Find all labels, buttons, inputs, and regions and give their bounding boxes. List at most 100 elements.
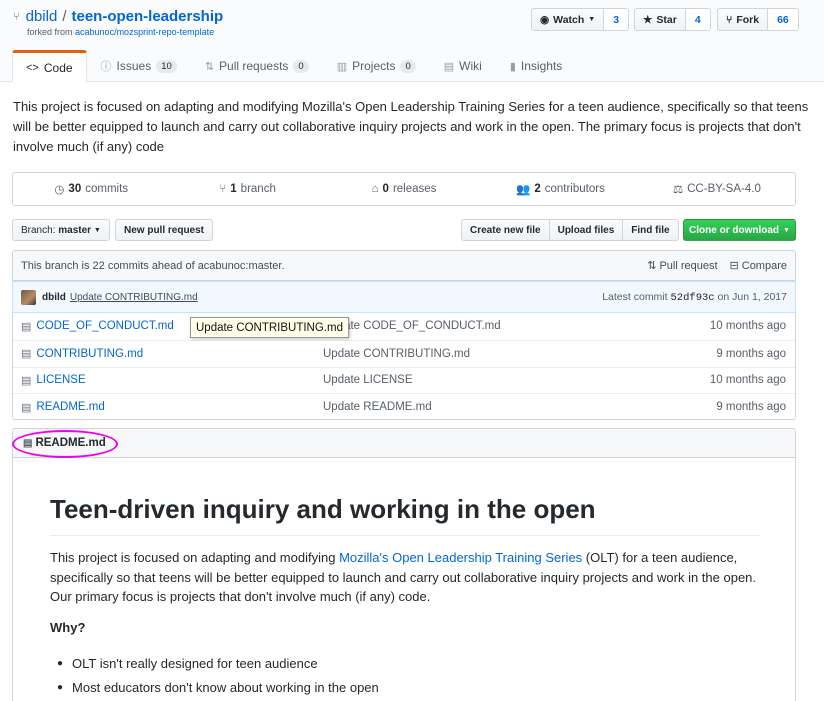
file-icon: ▤ <box>21 374 32 387</box>
repo-forked-icon: ⑂ <box>13 10 20 23</box>
tab-code[interactable]: <> Code <box>12 50 87 83</box>
pull-request-label: Pull request <box>659 259 718 272</box>
code-icon: <> <box>26 61 39 74</box>
upload-files-button[interactable]: Upload files <box>548 219 623 241</box>
file-age: 10 months ago <box>709 320 786 333</box>
branch-name: master <box>58 224 92 236</box>
pull-request-link[interactable]: ⇅ Pull request <box>647 259 718 273</box>
annotation-ellipse <box>12 430 118 458</box>
tab-projects[interactable]: ▥ Projects 0 <box>323 50 430 82</box>
star-count[interactable]: 4 <box>685 8 711 31</box>
file-name-link[interactable]: CODE_OF_CONDUCT.md <box>36 320 173 332</box>
readme-body: Teen-driven inquiry and working in the o… <box>12 458 796 701</box>
bullet-icon: ● <box>57 658 64 669</box>
license-label: CC-BY-SA-4.0 <box>687 183 761 195</box>
issue-icon: ⓘ <box>100 61 112 73</box>
table-row: ▤ LICENSE Update LICENSE 10 months ago <box>13 366 795 394</box>
clone-button[interactable]: Clone or download ▼ <box>683 219 796 241</box>
commit-author[interactable]: dbild <box>42 292 66 303</box>
create-file-button[interactable]: Create new file <box>461 219 549 241</box>
table-row: ▤ CONTRIBUTING.md Update CONTRIBUTING.md … <box>13 339 795 367</box>
file-icon: ▤ <box>21 320 32 333</box>
latest-commit-bar: dbild Update CONTRIBUTING.md Latest comm… <box>12 281 796 313</box>
repo-owner-link[interactable]: dbild <box>26 8 58 25</box>
diff-icon: ⊟ <box>729 260 739 272</box>
commits-count: 30 <box>68 183 82 195</box>
file-icon: ▤ <box>21 401 32 414</box>
latest-commit-info: Latest commit 52df93c on Jun 1, 2017 <box>602 291 787 304</box>
fork-icon: ⑂ <box>726 13 733 26</box>
repo-nav: <> Code ⓘ Issues 10 ⇅ Pull requests 0 ▥ … <box>12 50 576 83</box>
list-item: ● Most educators don't know about working… <box>57 676 757 700</box>
tab-wiki[interactable]: ▤ Wiki <box>430 50 496 82</box>
branch-label: branch <box>240 183 276 195</box>
list-item-text: Most educators don't know about working … <box>72 680 379 695</box>
compare-label: Compare <box>741 259 787 272</box>
file-icon: ▤ <box>21 348 32 361</box>
star-button[interactable]: ★ Star <box>634 8 686 31</box>
tab-label: Insights <box>520 59 563 73</box>
readme-list: ● OLT isn't really designed for teen audi… <box>57 652 757 700</box>
pull-request-icon: ⇅ <box>647 260 657 272</box>
file-commit-message[interactable]: Update LICENSE <box>323 374 413 386</box>
clone-label: Clone or download <box>689 224 780 236</box>
forked-from-link[interactable]: acabunoc/mozsprint-repo-template <box>75 27 214 37</box>
repo-title: ⑂ dbild / teen-open-leadership <box>13 8 223 25</box>
tab-pull-requests[interactable]: ⇅ Pull requests 0 <box>191 50 323 82</box>
watch-count[interactable]: 3 <box>604 8 630 31</box>
branch-count: 1 <box>230 183 237 195</box>
caret-down-icon: ▼ <box>93 226 101 234</box>
repo-name-link[interactable]: teen-open-leadership <box>71 8 223 25</box>
caret-down-icon: ▼ <box>783 226 790 234</box>
graph-icon: ▮ <box>509 60 516 73</box>
file-commit-message[interactable]: Update CODE_OF_CONDUCT.md <box>323 320 501 332</box>
commit-message[interactable]: Update CONTRIBUTING.md <box>70 292 198 303</box>
history-icon: ◷ <box>54 184 65 196</box>
star-icon: ★ <box>643 13 653 26</box>
avatar[interactable] <box>21 289 36 305</box>
why-heading: Why? <box>50 620 86 635</box>
fork-count[interactable]: 66 <box>768 8 799 31</box>
commits-link[interactable]: ◷ 30 commits <box>13 182 169 196</box>
tab-issues[interactable]: ⓘ Issues 10 <box>87 50 191 82</box>
commit-date: on Jun 1, 2017 <box>717 290 787 303</box>
compare-link[interactable]: ⊟ Compare <box>729 259 787 273</box>
branch-status-text: This branch is 22 commits ahead of acabu… <box>21 259 285 272</box>
license-link[interactable]: ⚖ CC-BY-SA-4.0 <box>639 182 795 196</box>
tab-label: Pull requests <box>219 59 289 73</box>
caret-down-icon: ▼ <box>588 16 596 23</box>
olt-link[interactable]: Mozilla's Open Leadership Training Serie… <box>339 550 582 565</box>
table-row: ▤ README.md Update README.md 9 months ago <box>13 393 795 420</box>
pull-request-icon: ⇅ <box>204 60 215 73</box>
file-commit-message[interactable]: Update README.md <box>323 401 432 413</box>
commit-sha[interactable]: 52df93c <box>670 292 714 304</box>
readme-header: ▤ README.md <box>12 428 796 458</box>
tab-insights[interactable]: ▮ Insights <box>496 50 576 82</box>
contributors-link[interactable]: 👥 2 contributors <box>482 182 638 196</box>
file-commit-message[interactable]: Update CONTRIBUTING.md <box>323 348 470 360</box>
releases-link[interactable]: ⌂ 0 releases <box>326 183 482 195</box>
file-name-link[interactable]: LICENSE <box>36 374 85 386</box>
file-actions: Create new file Upload files Find file <box>461 219 679 241</box>
file-name-link[interactable]: CONTRIBUTING.md <box>36 348 143 360</box>
tab-label: Projects <box>352 59 396 73</box>
forked-from-prefix: forked from <box>27 27 73 37</box>
list-item-text: OLT isn't really designed for teen audie… <box>72 656 318 671</box>
eye-icon: ◉ <box>540 13 550 26</box>
tooltip: Update CONTRIBUTING.md <box>190 317 349 338</box>
contributors-count: 2 <box>534 183 541 195</box>
branch-select[interactable]: Branch: master ▼ <box>12 219 110 241</box>
law-icon: ⚖ <box>672 184 684 196</box>
branches-link[interactable]: ⑂ 1 branch <box>169 183 325 195</box>
numbers-summary: ◷ 30 commits ⑂ 1 branch ⌂ 0 releases 👥 2… <box>12 172 796 206</box>
file-name-link[interactable]: README.md <box>36 401 104 413</box>
tab-label: Wiki <box>459 59 482 73</box>
watch-button[interactable]: ◉ Watch ▼ <box>531 8 605 31</box>
tab-label: Code <box>43 60 73 75</box>
contributors-label: contributors <box>544 183 605 195</box>
fork-button[interactable]: ⑂ Fork <box>717 8 769 31</box>
new-pull-request-button[interactable]: New pull request <box>115 219 214 241</box>
project-icon: ▥ <box>336 60 348 73</box>
find-file-button[interactable]: Find file <box>622 219 679 241</box>
file-list: ▤ CODE_OF_CONDUCT.md Update CODE_OF_CONDU… <box>12 313 796 420</box>
